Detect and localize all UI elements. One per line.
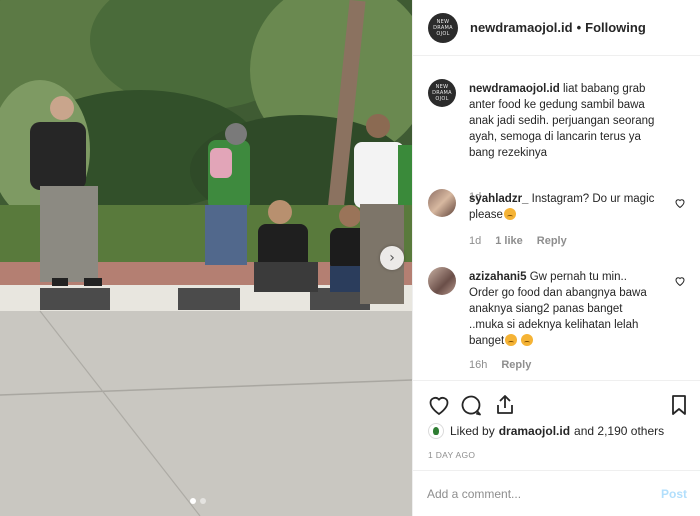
header-separator: • [576, 20, 582, 35]
heart-icon[interactable] [674, 197, 686, 209]
street-scene-image [0, 0, 412, 516]
carousel-dot [200, 498, 206, 504]
caption: NEW DRAMA OJOL newdramaojol.id liat baba… [428, 79, 690, 203]
caption-body: newdramaojol.id liat babang grab anter f… [469, 81, 669, 161]
reply-button[interactable]: Reply [501, 359, 531, 371]
comment: syahladzr_ Instagram? Do ur magic please… [428, 189, 690, 251]
comment-meta: 16h Reply [469, 359, 531, 371]
caption-avatar[interactable]: NEW DRAMA OJOL [428, 79, 456, 107]
comment-time[interactable]: 1d [469, 235, 481, 247]
likes-summary: Liked by dramaojol.id and 2,190 others [428, 423, 664, 439]
share-icon[interactable] [493, 393, 517, 417]
caption-avatar-text: NEW DRAMA OJOL [432, 84, 452, 102]
account-avatar[interactable]: NEW DRAMA OJOL [428, 12, 458, 43]
post-timestamp[interactable]: 1 DAY AGO [428, 450, 475, 460]
liker-avatar[interactable] [428, 423, 444, 439]
post-comment-button[interactable]: Post [661, 487, 687, 501]
add-comment-input[interactable]: Add a comment... [427, 487, 521, 501]
sad-face-emoji [521, 334, 534, 346]
reply-button[interactable]: Reply [537, 235, 567, 247]
instagram-post: › NEW DRAMA OJOL newdramaojol.id • Follo… [0, 0, 700, 516]
likes-count[interactable]: and 2,190 others [574, 424, 664, 438]
likes-prefix: Liked by [450, 424, 495, 438]
carousel-dot-active [190, 498, 196, 504]
comment-likes[interactable]: 1 like [495, 235, 523, 247]
heart-icon[interactable] [674, 275, 686, 287]
avatar-logo-text: NEW DRAMA OJOL [433, 18, 453, 37]
caption-username[interactable]: newdramaojol.id [469, 83, 560, 95]
following-button[interactable]: Following [585, 20, 646, 35]
liker-username[interactable]: dramaojol.id [499, 424, 570, 438]
comment-body: syahladzr_ Instagram? Do ur magic please [469, 191, 659, 223]
commenter-avatar[interactable] [428, 267, 456, 295]
comment-bubble-icon[interactable] [459, 393, 483, 417]
comment-username[interactable]: azizahani5 [469, 271, 527, 283]
comment: azizahani5 Gw pernah tu min.. Order go f… [428, 267, 690, 371]
post-header: NEW DRAMA OJOL newdramaojol.id • Followi… [413, 0, 700, 56]
comment-time[interactable]: 16h [469, 359, 487, 371]
commenter-avatar[interactable] [428, 189, 456, 217]
header-username[interactable]: newdramaojol.id [470, 20, 573, 35]
comment-username[interactable]: syahladzr_ [469, 193, 528, 205]
crying-face-emoji [503, 208, 516, 220]
add-comment-bar: Add a comment... Post [413, 470, 700, 516]
next-slide-button[interactable]: › [380, 246, 404, 270]
sad-face-emoji [505, 334, 518, 346]
post-photo[interactable]: › [0, 0, 412, 516]
comment-body: azizahani5 Gw pernah tu min.. Order go f… [469, 269, 659, 349]
post-side-panel: NEW DRAMA OJOL newdramaojol.id • Followi… [412, 0, 700, 516]
comments-section: NEW DRAMA OJOL newdramaojol.id liat baba… [413, 57, 700, 380]
comment-meta: 1d 1 like Reply [469, 235, 567, 247]
like-heart-icon[interactable] [427, 393, 451, 417]
carousel-indicator [190, 498, 206, 504]
bookmark-icon[interactable] [667, 393, 691, 417]
